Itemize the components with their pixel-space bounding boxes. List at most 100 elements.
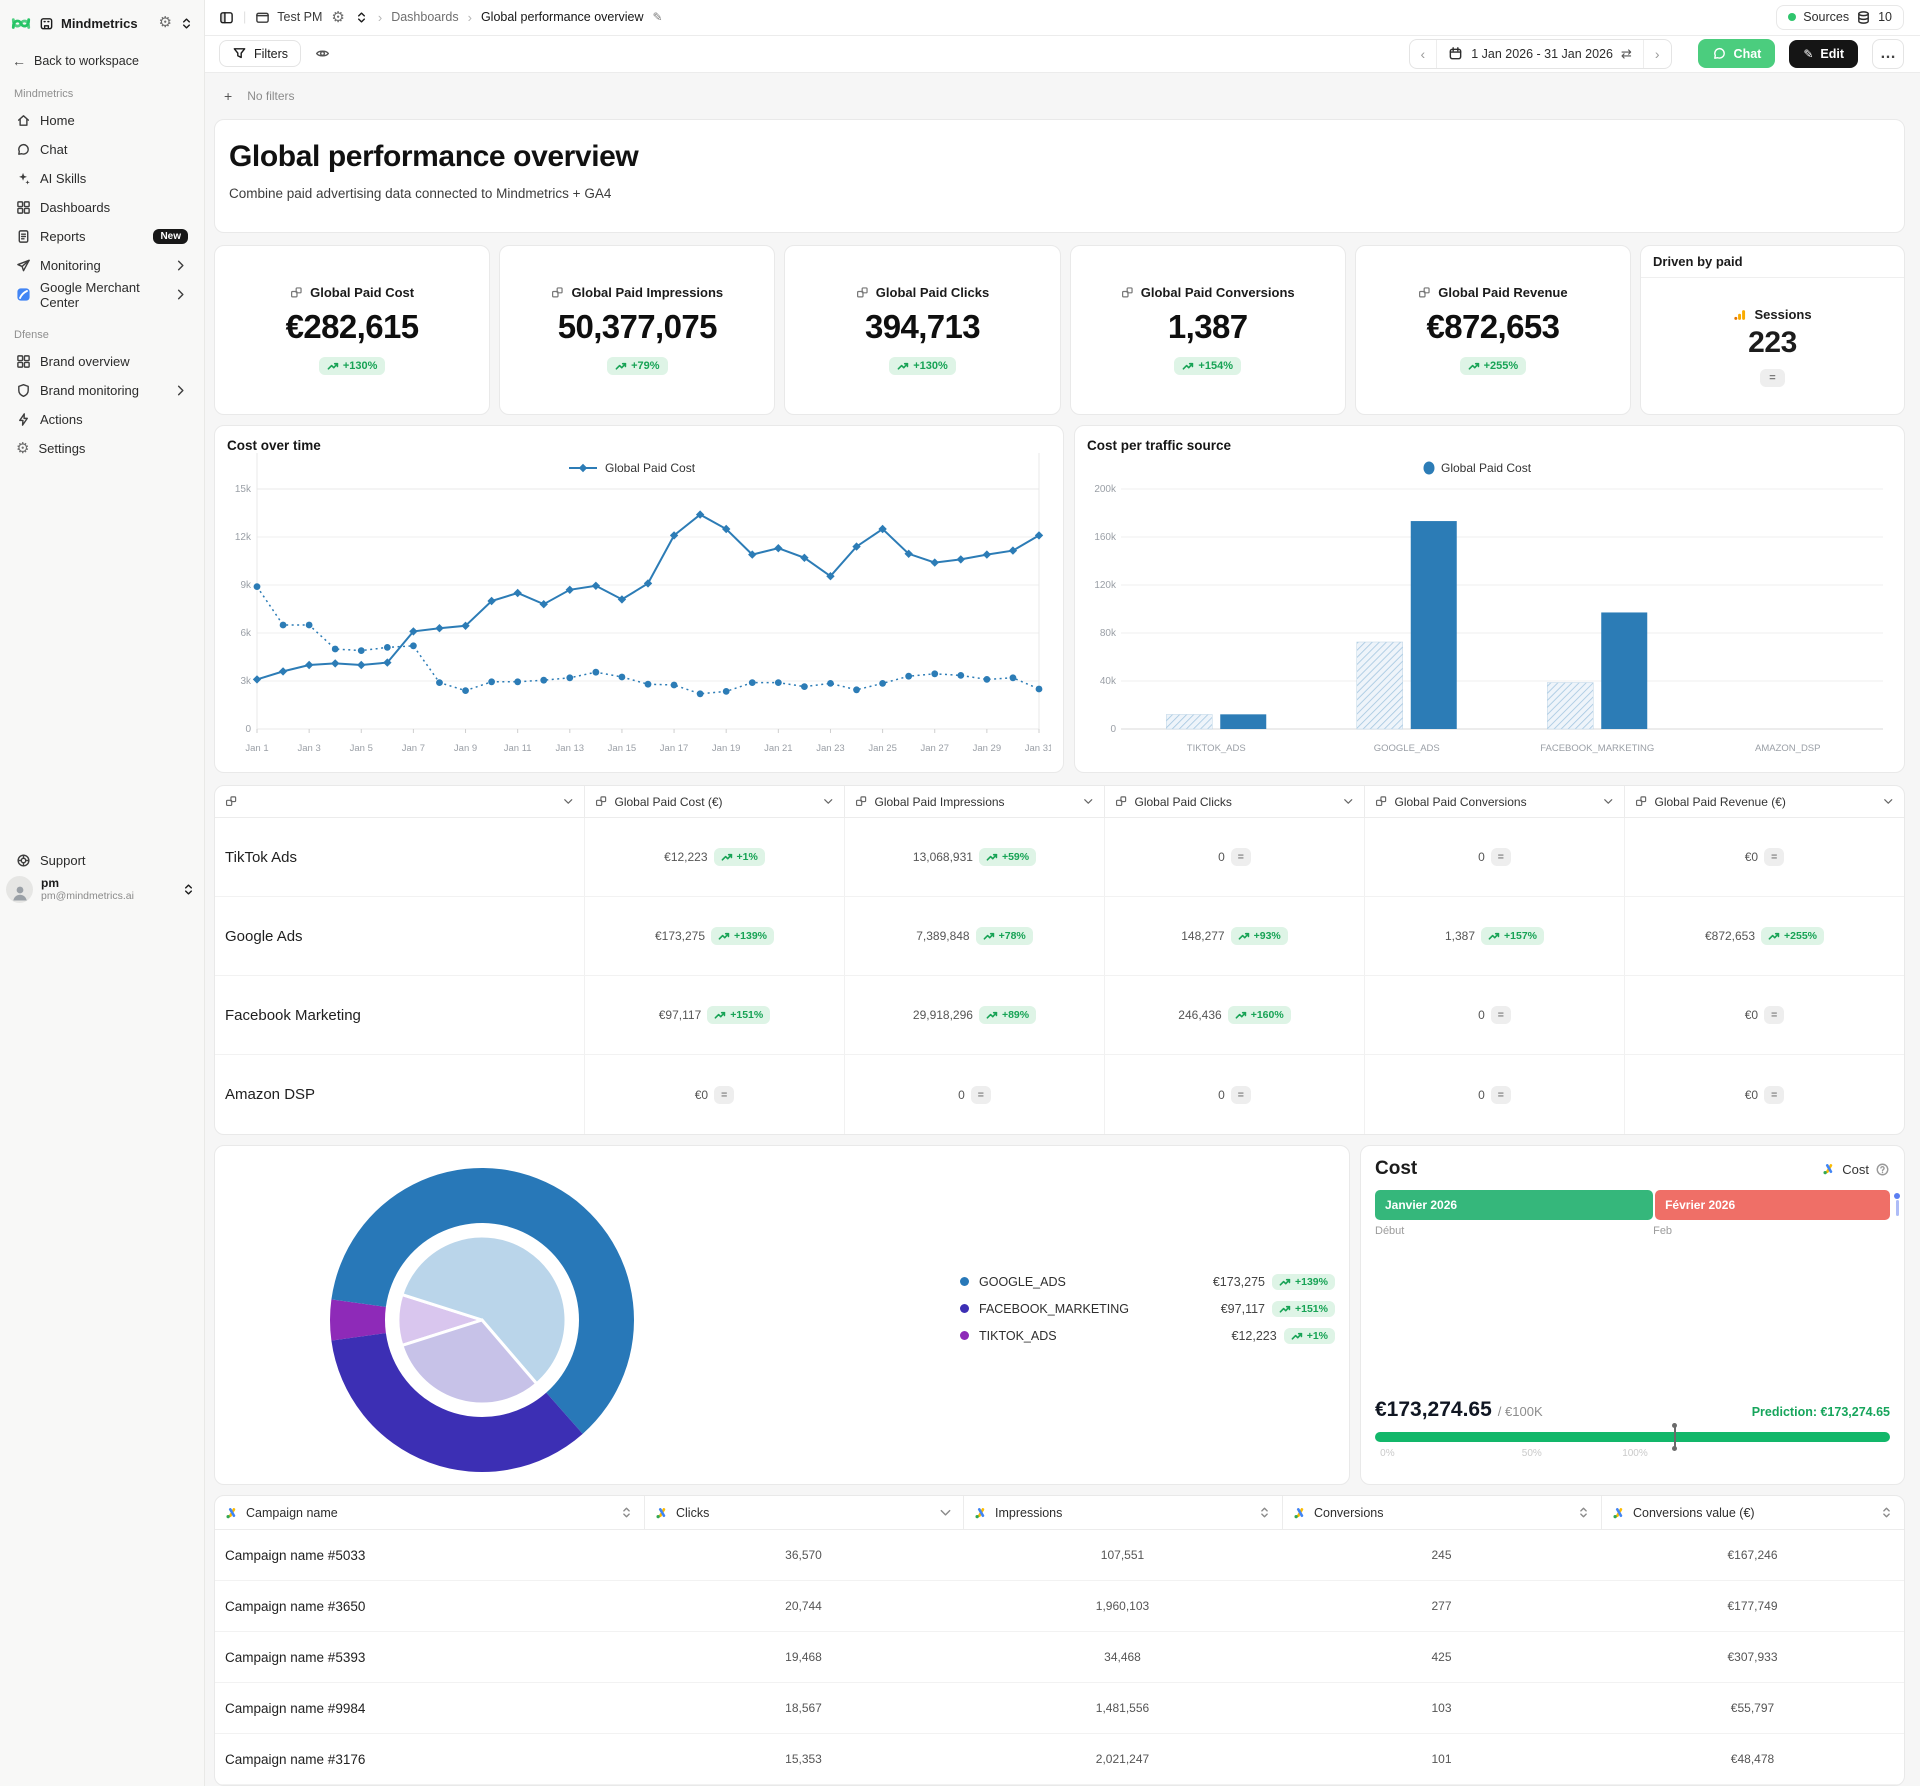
trend-up-icon [615, 360, 627, 372]
source-table-row[interactable]: Amazon DSP€0=0=0=0=€0= [215, 1055, 1904, 1134]
compare-swap-icon[interactable]: ⇄ [1621, 47, 1632, 60]
workspace-settings-icon[interactable]: ⚙ [159, 14, 172, 32]
sidebar-item-monitoring[interactable]: Monitoring [10, 251, 194, 280]
campaign-column-header[interactable]: Impressions [963, 1496, 1282, 1530]
support-icon [16, 853, 31, 868]
timeline-segment-february[interactable]: Février 2026 [1655, 1190, 1890, 1220]
kpi-value: €282,615 [286, 308, 419, 346]
kpi-value: 394,713 [865, 308, 980, 346]
sidebar-item-home[interactable]: Home [10, 106, 194, 135]
sidebar-item-brand-overview[interactable]: Brand overview [10, 347, 194, 376]
campaign-row[interactable]: Campaign name #317615,3532,021,247101€48… [215, 1734, 1904, 1785]
project-switcher-icon[interactable] [354, 10, 369, 25]
metric-value: €872,653 [1705, 929, 1755, 943]
trend-up-icon [1238, 930, 1250, 942]
more-options-button[interactable]: … [1872, 39, 1904, 69]
next-period-button[interactable]: › [1644, 40, 1671, 68]
svg-text:TIKTOK_ADS: TIKTOK_ADS [1187, 743, 1246, 754]
project-settings-icon[interactable]: ⚙ [331, 10, 344, 25]
svg-text:Jan 21: Jan 21 [764, 743, 793, 754]
campaign-row[interactable]: Campaign name #503336,570107,551245€167,… [215, 1530, 1904, 1581]
kpi-label: Global Paid Revenue [1438, 285, 1567, 300]
trend-up-icon [1488, 930, 1500, 942]
filter-bar[interactable]: + No filters [224, 87, 1905, 105]
legend-label: FACEBOOK_MARKETING [979, 1302, 1221, 1316]
legend-dot [960, 1304, 969, 1313]
sidebar-item-support[interactable]: Support [10, 846, 194, 875]
trend-badge: +93% [1231, 927, 1288, 945]
source-table-row[interactable]: Facebook Marketing€97,117+151%29,918,296… [215, 976, 1904, 1055]
sidebar-item-brand-monitoring[interactable]: Brand monitoring [10, 376, 194, 405]
sources-button[interactable]: Sources 10 [1776, 5, 1904, 30]
campaign-row[interactable]: Campaign name #365020,7441,960,103277€17… [215, 1581, 1904, 1632]
trend-up-icon [1279, 1303, 1291, 1315]
source-table-row[interactable]: Google Ads€173,275+139%7,389,848+78%148,… [215, 897, 1904, 976]
breadcrumb-project[interactable]: Test PM [255, 10, 322, 25]
legend-label: TIKTOK_ADS [979, 1329, 1232, 1343]
sidebar-item-dashboards[interactable]: Dashboards [10, 193, 194, 222]
workspace-switcher-icon[interactable] [179, 16, 194, 31]
column-header[interactable] [215, 786, 584, 818]
sidebar-item-actions[interactable]: Actions [10, 405, 194, 434]
sidebar-item-settings[interactable]: ⚙ Settings [10, 434, 194, 463]
campaign-row[interactable]: Campaign name #539319,46834,468425€307,9… [215, 1632, 1904, 1683]
campaign-metric: 101 [1282, 1734, 1601, 1785]
chat-button[interactable]: Chat [1698, 39, 1776, 68]
campaign-column-header[interactable]: Conversions value (€) [1601, 1496, 1904, 1530]
prev-period-button[interactable]: ‹ [1410, 40, 1437, 68]
campaign-row[interactable]: Campaign name #998418,5671,481,556103€55… [215, 1683, 1904, 1734]
rename-icon[interactable]: ✎ [653, 11, 663, 23]
source-table-row[interactable]: TikTok Ads€12,223+1%13,068,931+59%0=0=€0… [215, 818, 1904, 897]
calendar-icon [1448, 46, 1463, 61]
sidebar-item-chat[interactable]: Chat [10, 135, 194, 164]
visibility-toggle-icon[interactable] [315, 46, 330, 61]
help-icon[interactable] [1875, 1162, 1890, 1177]
cost-panel-title: Cost [1375, 1158, 1822, 1180]
svg-text:Jan 3: Jan 3 [298, 743, 321, 754]
campaign-metric: 2,021,247 [963, 1734, 1282, 1785]
sidebar-item-reports[interactable]: Reports New [10, 222, 194, 251]
legend-value: €12,223 [1232, 1329, 1277, 1343]
campaign-metric: 107,551 [963, 1530, 1282, 1581]
arrow-left-icon: ← [12, 54, 26, 68]
sidebar-item-google-merchant-center[interactable]: Google Merchant Center [10, 280, 194, 309]
user-menu[interactable]: pm pm@mindmetrics.ai [6, 876, 196, 903]
campaign-column-header[interactable]: Campaign name [215, 1496, 644, 1530]
campaign-name: Campaign name #3650 [215, 1581, 644, 1632]
column-header[interactable]: Global Paid Conversions [1364, 786, 1624, 818]
metric-value: 29,918,296 [913, 1008, 973, 1022]
column-header[interactable]: Global Paid Cost (€) [584, 786, 844, 818]
breadcrumb-dashboards[interactable]: Dashboards [391, 10, 458, 24]
sidebar-item-ai-skills[interactable]: AI Skills [10, 164, 194, 193]
budget-target-marker[interactable] [1674, 1425, 1676, 1449]
back-to-workspace[interactable]: ← Back to workspace [12, 54, 194, 68]
sidebar-toggle-icon[interactable] [219, 10, 234, 25]
campaign-name: Campaign name #5033 [215, 1530, 644, 1581]
edit-button[interactable]: ✎ Edit [1789, 40, 1858, 68]
svg-text:Jan 13: Jan 13 [556, 743, 585, 754]
timeline-feb-label: Feb [1653, 1225, 1672, 1237]
trend-badge: +1% [714, 848, 765, 866]
trend-badge: +255% [1761, 927, 1824, 945]
breadcrumb-separator: › [378, 10, 382, 25]
campaign-table-header: Campaign nameClicksImpressionsConversion… [215, 1496, 1904, 1530]
trend-badge: +139% [711, 927, 774, 945]
timeline-scrollbar[interactable] [1894, 1193, 1900, 1216]
column-header[interactable]: Global Paid Revenue (€) [1624, 786, 1904, 818]
metric-value: €0 [1745, 1008, 1758, 1022]
campaign-column-header[interactable]: Clicks [644, 1496, 963, 1530]
legend-value: €173,275 [1213, 1275, 1265, 1289]
svg-text:Jan 29: Jan 29 [973, 743, 1002, 754]
campaign-metric: €177,749 [1601, 1581, 1904, 1632]
trend-up-icon [986, 1009, 998, 1021]
column-header[interactable]: Global Paid Clicks [1104, 786, 1364, 818]
campaign-column-header[interactable]: Conversions [1282, 1496, 1601, 1530]
svg-text:Jan 23: Jan 23 [816, 743, 845, 754]
date-range-button[interactable]: 1 Jan 2026 - 31 Jan 2026 ⇄ [1437, 40, 1643, 68]
trend-badge-flat: = [1231, 848, 1251, 866]
timeline-segment-january[interactable]: Janvier 2026 [1375, 1190, 1653, 1220]
column-header[interactable]: Global Paid Impressions [844, 786, 1104, 818]
metric-value: 0 [1478, 850, 1485, 864]
filters-button[interactable]: Filters [219, 40, 301, 67]
app-root: Mindmetrics ⚙ ← Back to workspace Mindme… [0, 0, 1920, 1786]
